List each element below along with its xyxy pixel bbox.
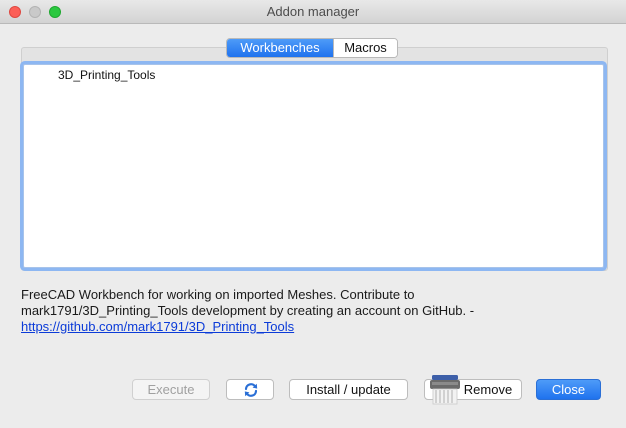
remove-button[interactable]: Remove <box>424 375 522 405</box>
description-link[interactable]: https://github.com/mark1791/3D_Printing_… <box>21 319 294 334</box>
refresh-icon <box>244 383 258 397</box>
tab-macros[interactable]: Macros <box>333 39 397 57</box>
description-text: FreeCAD Workbench for working on importe… <box>21 287 475 318</box>
tab-workbenches[interactable]: Workbenches <box>227 39 333 57</box>
tab-bar: Workbenches Macros <box>226 38 398 58</box>
window-title: Addon manager <box>266 4 360 19</box>
close-button[interactable]: Close <box>536 379 601 400</box>
refresh-button[interactable] <box>226 379 274 400</box>
addon-manager-window: Addon manager Workbenches Macros 3D_Prin… <box>0 0 626 428</box>
addon-description: FreeCAD Workbench for working on importe… <box>21 287 581 335</box>
install-update-button[interactable]: Install / update <box>289 379 408 400</box>
list-item[interactable]: 3D_Printing_Tools <box>58 68 155 82</box>
remove-button-label: Remove <box>463 382 513 397</box>
title-bar[interactable]: Addon manager <box>0 0 626 24</box>
execute-button[interactable]: Execute <box>132 379 210 400</box>
shredder-icon <box>430 375 460 405</box>
addon-list[interactable]: 3D_Printing_Tools <box>23 64 604 268</box>
